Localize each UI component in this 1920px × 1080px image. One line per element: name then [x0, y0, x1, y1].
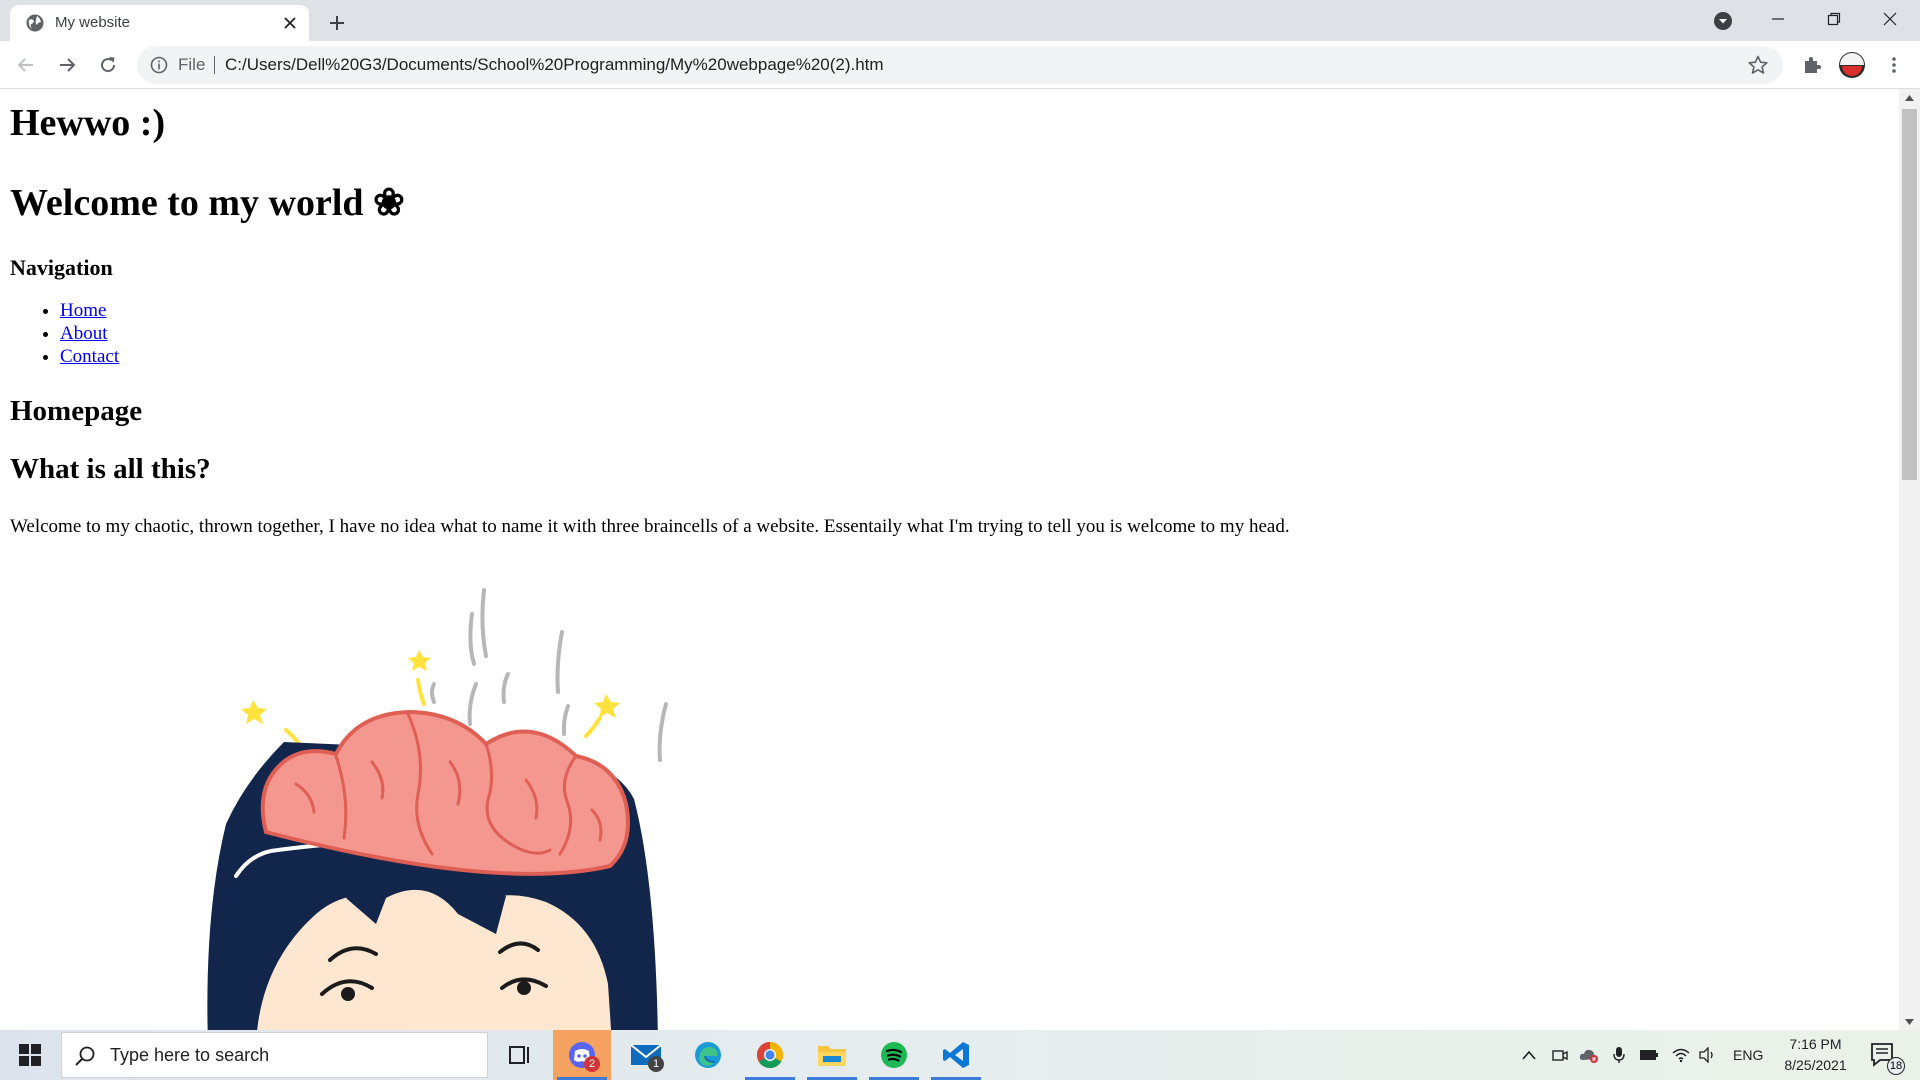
- tab-my-website[interactable]: My website: [10, 5, 309, 41]
- taskbar-app-spotify[interactable]: [865, 1030, 923, 1080]
- taskbar-search-box[interactable]: Type here to search: [61, 1032, 488, 1078]
- mail-badge: 1: [648, 1056, 664, 1072]
- brain-head-illustration: [207, 588, 668, 1030]
- kebab-menu-icon: [1892, 57, 1896, 73]
- tab-search-button[interactable]: [1711, 9, 1735, 33]
- clock-date: 8/25/2021: [1784, 1057, 1847, 1073]
- notification-count-badge: 18: [1887, 1057, 1905, 1075]
- profile-avatar[interactable]: [1837, 50, 1867, 80]
- task-view-icon: [509, 1046, 529, 1064]
- chrome-icon: [756, 1041, 784, 1069]
- bookmark-star-icon[interactable]: [1747, 54, 1769, 76]
- battery-icon[interactable]: [1639, 1045, 1659, 1065]
- minimize-button[interactable]: [1750, 0, 1806, 38]
- back-button[interactable]: [13, 52, 39, 78]
- taskbar-app-discord[interactable]: 2: [553, 1030, 611, 1080]
- heading-greeting: Hewwo :): [10, 102, 166, 144]
- address-divider: [214, 56, 215, 74]
- address-scheme: File: [178, 55, 206, 74]
- windows-taskbar: Type here to search 2 1 ENG 7:16 PM 8/25…: [0, 1030, 1920, 1080]
- nav-list: Home About Contact: [10, 299, 119, 368]
- close-window-button[interactable]: [1862, 0, 1918, 38]
- info-icon[interactable]: [149, 55, 169, 75]
- restore-button[interactable]: [1806, 0, 1862, 38]
- page-viewport: Hewwo :) Welcome to my world ❀ Navigatio…: [0, 89, 1899, 1030]
- forward-button[interactable]: [54, 52, 80, 78]
- taskbar-app-chrome[interactable]: [741, 1030, 799, 1080]
- scroll-up-arrow-icon[interactable]: [1899, 89, 1920, 106]
- input-language[interactable]: ENG: [1733, 1030, 1763, 1080]
- contact-link[interactable]: Contact: [60, 346, 119, 367]
- volume-icon[interactable]: [1698, 1045, 1718, 1065]
- reload-button[interactable]: [95, 52, 121, 78]
- intro-paragraph: Welcome to my chaotic, thrown together, …: [10, 516, 1290, 537]
- taskbar-app-vscode[interactable]: [927, 1030, 985, 1080]
- chevron-down-circle-icon: [1714, 12, 1732, 30]
- windows-logo-icon: [19, 1044, 41, 1066]
- arrow-left-icon: [17, 58, 33, 72]
- meet-now-icon[interactable]: [1550, 1045, 1570, 1065]
- start-button[interactable]: [0, 1030, 60, 1080]
- nav-item-contact: Contact: [60, 345, 119, 368]
- show-hidden-icons-chevron-icon[interactable]: [1519, 1045, 1539, 1065]
- taskbar-app-file-explorer[interactable]: [803, 1030, 861, 1080]
- reload-icon: [101, 57, 116, 73]
- edge-icon: [695, 1042, 721, 1068]
- new-tab-button[interactable]: [324, 10, 350, 36]
- search-placeholder: Type here to search: [110, 1045, 270, 1065]
- tab-strip: My website: [0, 0, 1920, 41]
- home-link[interactable]: Home: [60, 300, 106, 321]
- arrow-right-icon: [60, 58, 76, 72]
- wifi-icon[interactable]: [1671, 1045, 1691, 1065]
- nav-item-home: Home: [60, 299, 119, 322]
- about-link[interactable]: About: [60, 323, 108, 344]
- scrollbar-thumb[interactable]: [1902, 109, 1917, 480]
- discord-badge: 2: [584, 1056, 600, 1072]
- browser-menu-button[interactable]: [1881, 52, 1907, 78]
- section-question-heading: What is all this?: [10, 453, 211, 485]
- address-url[interactable]: C:/Users/Dell%20G3/Documents/School%20Pr…: [225, 46, 884, 84]
- clock-time: 7:16 PM: [1789, 1036, 1842, 1052]
- extensions-button[interactable]: [1799, 52, 1825, 78]
- close-icon: [1883, 12, 1897, 26]
- taskbar-app-mail[interactable]: 1: [617, 1030, 675, 1080]
- search-icon: [75, 1046, 95, 1066]
- nav-heading: Navigation: [10, 255, 113, 280]
- microphone-icon[interactable]: [1609, 1045, 1629, 1065]
- avatar-icon: [1839, 52, 1865, 78]
- address-bar[interactable]: File C:/Users/Dell%20G3/Documents/School…: [137, 46, 1783, 84]
- section-homepage-heading: Homepage: [10, 395, 143, 427]
- restore-icon: [1827, 12, 1841, 26]
- nav-item-about: About: [60, 322, 119, 345]
- scroll-down-arrow-icon[interactable]: [1899, 1013, 1920, 1030]
- vscode-icon: [943, 1042, 969, 1068]
- task-view-button[interactable]: [491, 1030, 549, 1080]
- cloud-sync-error-icon[interactable]: [1579, 1045, 1599, 1065]
- globe-icon: [26, 14, 44, 32]
- folder-icon: [818, 1046, 846, 1066]
- minimize-icon: [1772, 18, 1784, 20]
- puzzle-icon: [1805, 57, 1821, 73]
- heading-welcome: Welcome to my world ❀: [10, 182, 405, 224]
- taskbar-app-edge[interactable]: [679, 1030, 737, 1080]
- close-tab-icon[interactable]: [280, 13, 300, 33]
- browser-toolbar: File C:/Users/Dell%20G3/Documents/School…: [0, 41, 1920, 89]
- plus-icon: [330, 16, 344, 30]
- page-scrollbar[interactable]: [1899, 89, 1920, 1030]
- taskbar-clock[interactable]: 7:16 PM 8/25/2021: [1768, 1034, 1863, 1076]
- tab-title: My website: [55, 14, 131, 31]
- spotify-icon: [881, 1042, 907, 1068]
